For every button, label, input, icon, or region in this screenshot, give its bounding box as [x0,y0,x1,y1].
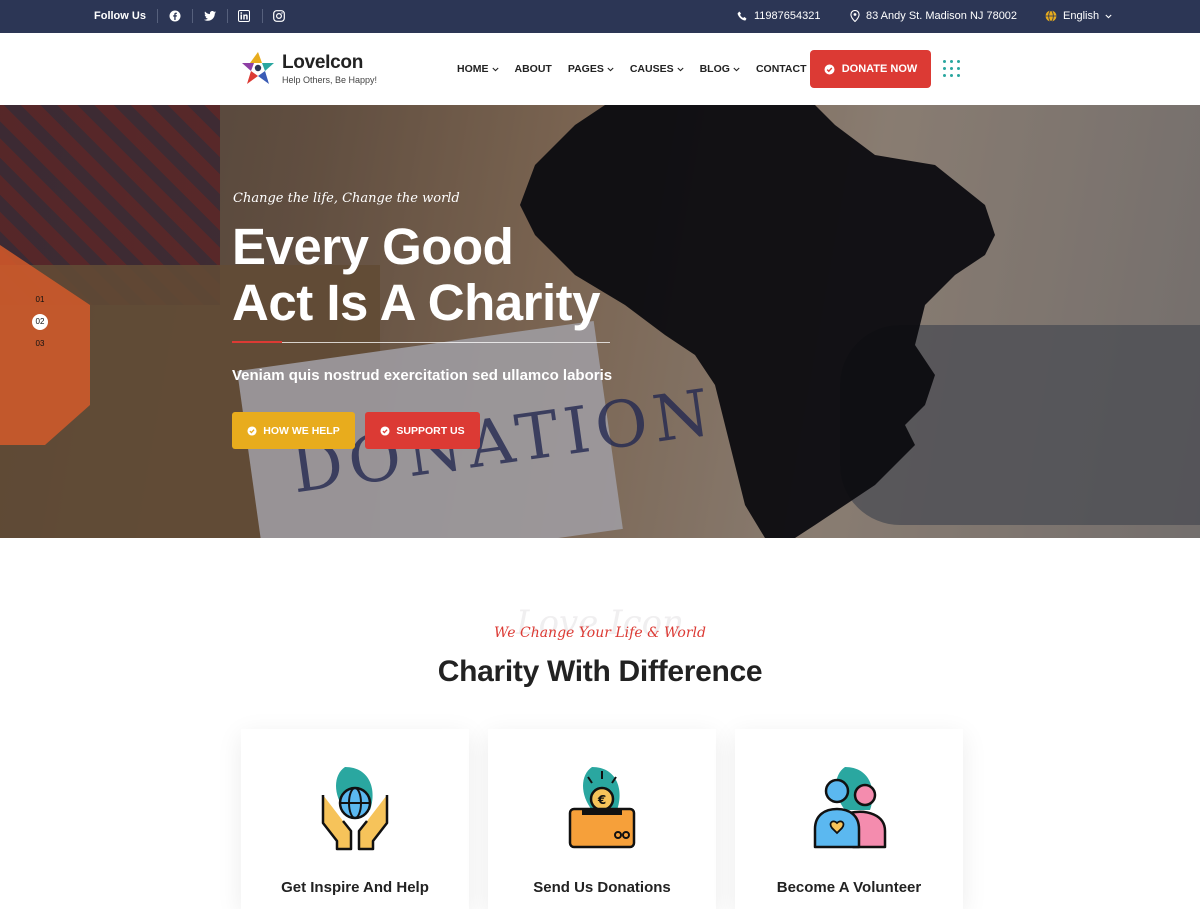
support-us-button[interactable]: SUPPORT US [365,412,480,449]
logo-tagline: Help Others, Be Happy! [282,74,378,85]
feature-card-volunteer[interactable]: Become A Volunteer [735,729,963,909]
slide-dot-1[interactable]: 01 [32,295,48,304]
section-eyebrow: We Change Your Life & World [494,625,706,641]
feature-card-inspire[interactable]: Get Inspire And Help [241,729,469,909]
slide-dot-3[interactable]: 03 [32,339,48,348]
hero-title-line-2: Act Is A Charity [232,274,600,331]
hero-title: Every Good Act Is A Charity [232,219,600,331]
card-title: Send Us Donations [533,879,671,896]
how-we-help-label: HOW WE HELP [263,424,340,437]
chevron-down-icon [1105,14,1112,18]
nav-item-home[interactable]: HOME [457,63,499,75]
logo[interactable]: LoveIcon Help Others, Be Happy! [240,50,377,86]
map-pin-icon [850,10,860,22]
divider [192,9,193,23]
donate-now-button[interactable]: DONATE NOW [810,50,931,88]
check-circle-icon [824,64,835,74]
phone-icon [737,11,747,20]
check-circle-icon [247,425,257,436]
chevron-down-icon [733,67,740,71]
logo-name: LoveIcon [282,51,364,73]
linkedin-icon[interactable] [236,8,252,24]
hero-eyebrow: Change the life, Change the world [233,191,460,206]
donate-label: DONATE NOW [841,63,918,75]
hero-slider: DONATION 01 02 03 Change the life, Chang… [0,105,1200,538]
nav-label: BLOG [699,63,730,75]
language-label: English [1063,10,1100,22]
site-header: LoveIcon Help Others, Be Happy! HOME ABO… [0,33,1200,105]
address-contact: 83 Andy St. Madison NJ 78002 [850,10,1017,22]
nav-item-blog[interactable]: BLOG [700,63,740,75]
volunteers-icon [813,767,887,849]
nav-item-pages[interactable]: PAGES [568,63,614,75]
wallet-coin-icon: € [568,767,636,849]
globe-icon [1045,10,1057,22]
instagram-icon[interactable] [271,8,287,24]
nav-label: CONTACT [755,63,807,75]
follow-us-label: Follow Us [94,10,146,22]
phone-contact[interactable]: 11987654321 [737,10,820,22]
how-we-help-button[interactable]: HOW WE HELP [232,412,355,449]
hero-subtitle: Veniam quis nostrud exercitation sed ull… [232,367,613,384]
nav-label: ABOUT [514,63,552,75]
star-logo-icon [242,52,274,84]
chevron-down-icon [491,67,499,71]
phone-number: 11987654321 [754,10,821,22]
support-us-label: SUPPORT US [396,424,465,437]
check-circle-icon [380,425,390,436]
divider [157,9,158,23]
twitter-icon[interactable] [202,8,218,24]
address-text: 83 Andy St. Madison NJ 78002 [866,10,1018,22]
nav-item-contact[interactable]: CONTACT [756,63,807,75]
nav-item-causes[interactable]: CAUSES [630,63,684,75]
divider [227,9,228,23]
hero-divider [232,342,610,343]
card-title: Get Inspire And Help [281,879,429,896]
chevron-down-icon [677,67,684,71]
svg-text:€: € [597,793,606,807]
facebook-icon[interactable] [167,8,183,24]
nav-label: CAUSES [629,63,674,75]
main-nav: HOME ABOUT PAGES CAUSES BLOG CONTACT [457,63,806,75]
chevron-down-icon [607,67,614,71]
hero-divider-accent [232,341,282,343]
card-title: Become A Volunteer [776,879,922,896]
section-title: Charity With Difference [437,655,763,688]
divider [262,9,263,23]
globe-hands-icon [321,767,389,851]
language-selector[interactable]: English [1045,10,1112,22]
top-bar: Follow Us 11987654321 83 Andy St. Madiso… [0,0,1200,33]
hero-title-line-1: Every Good [232,218,514,275]
nav-item-about[interactable]: ABOUT [515,63,552,75]
nav-label: PAGES [567,63,604,75]
slide-dot-2[interactable]: 02 [32,314,48,330]
nav-label: HOME [457,63,489,75]
feature-card-donations[interactable]: € Send Us Donations [488,729,716,909]
grid-menu-icon[interactable] [943,60,960,77]
